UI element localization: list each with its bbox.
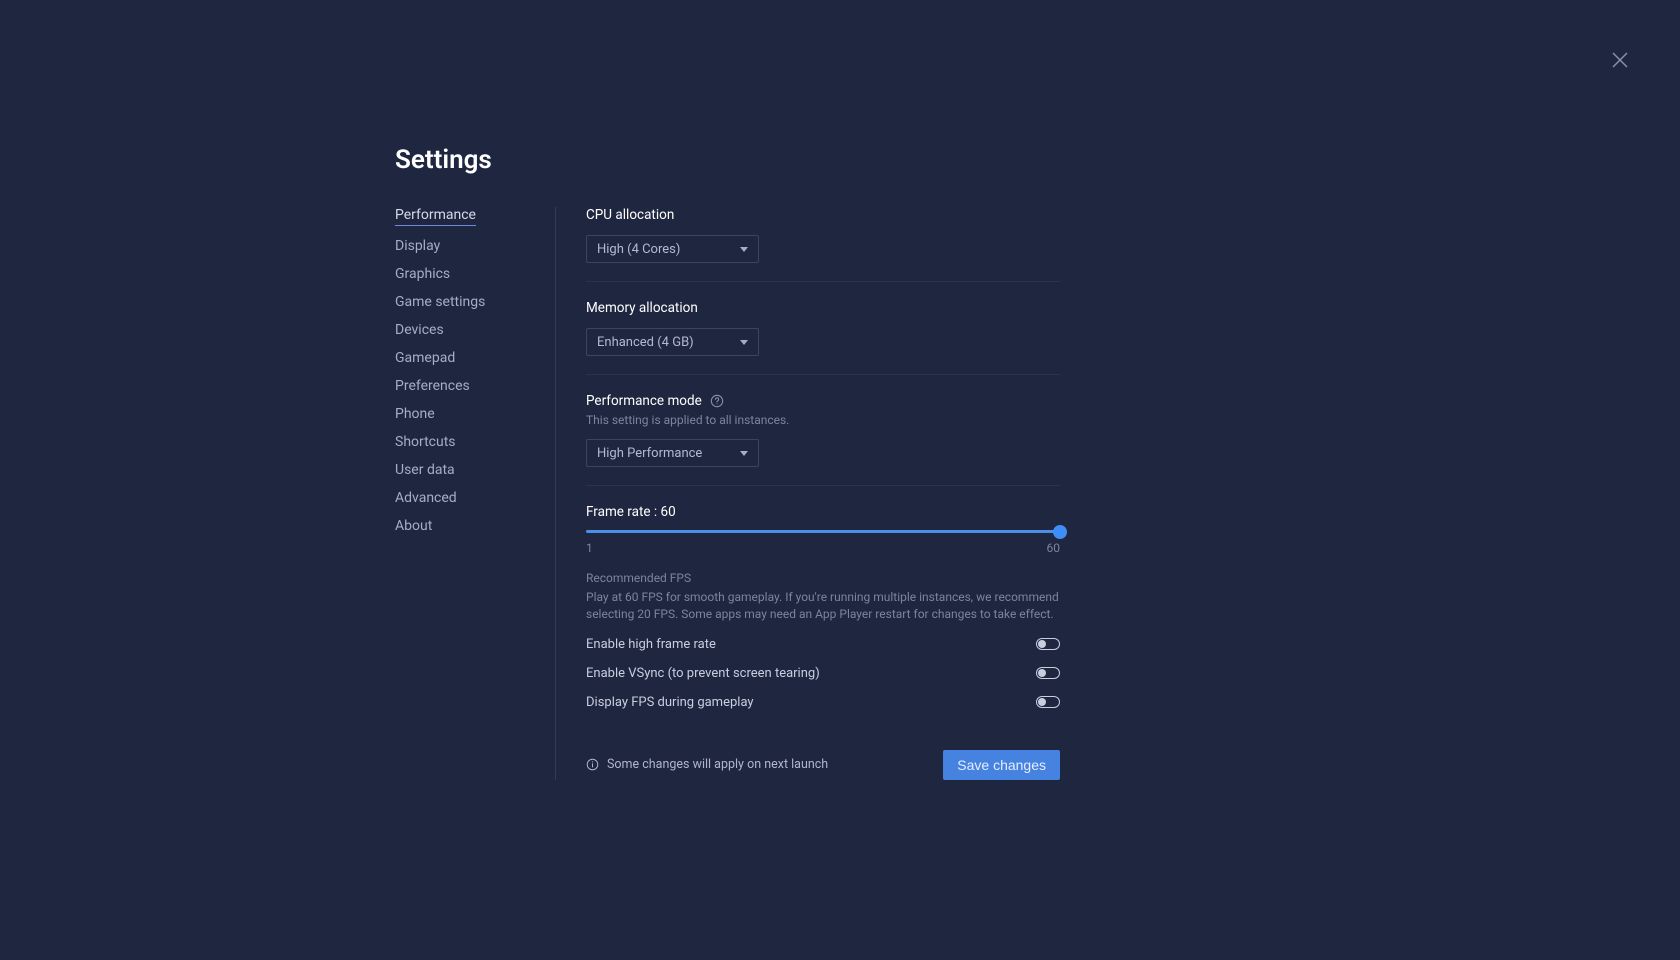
frame-rate-label: Frame rate : 60	[586, 504, 1060, 520]
slider-thumb[interactable]	[1053, 525, 1067, 539]
enable-vsync-toggle[interactable]	[1036, 667, 1060, 679]
recommended-fps-body: Play at 60 FPS for smooth gameplay. If y…	[586, 589, 1060, 623]
caret-down-icon	[740, 451, 748, 456]
sidebar-item-advanced[interactable]: Advanced	[395, 490, 457, 506]
cpu-allocation-value: High (4 Cores)	[597, 242, 680, 257]
performance-mode-label: Performance mode	[586, 393, 702, 409]
sidebar-item-graphics[interactable]: Graphics	[395, 266, 450, 282]
caret-down-icon	[740, 340, 748, 345]
sidebar-item-shortcuts[interactable]: Shortcuts	[395, 434, 456, 450]
sidebar-item-user-data[interactable]: User data	[395, 462, 455, 478]
enable-vsync-label: Enable VSync (to prevent screen tearing)	[586, 666, 820, 681]
page-title: Settings	[395, 145, 1060, 175]
memory-allocation-value: Enhanced (4 GB)	[597, 335, 694, 350]
sidebar-item-performance[interactable]: Performance	[395, 207, 476, 226]
close-icon[interactable]	[1608, 48, 1632, 72]
memory-allocation-label: Memory allocation	[586, 300, 1060, 316]
sidebar-item-devices[interactable]: Devices	[395, 322, 444, 338]
performance-mode-subtext: This setting is applied to all instances…	[586, 413, 1060, 427]
sidebar-item-display[interactable]: Display	[395, 238, 440, 254]
sidebar-item-preferences[interactable]: Preferences	[395, 378, 470, 394]
display-fps-toggle[interactable]	[1036, 696, 1060, 708]
sidebar-item-game-settings[interactable]: Game settings	[395, 294, 485, 310]
recommended-fps-title: Recommended FPS	[586, 571, 1060, 585]
caret-down-icon	[740, 247, 748, 252]
performance-mode-value: High Performance	[597, 446, 702, 461]
content-panel: CPU allocation High (4 Cores) Memory all…	[555, 207, 1060, 780]
sidebar: Performance Display Graphics Game settin…	[395, 207, 555, 534]
memory-allocation-select[interactable]: Enhanced (4 GB)	[586, 328, 759, 356]
performance-mode-select[interactable]: High Performance	[586, 439, 759, 467]
footer-note: Some changes will apply on next launch	[607, 757, 828, 772]
enable-high-frame-rate-label: Enable high frame rate	[586, 637, 716, 652]
sidebar-item-phone[interactable]: Phone	[395, 406, 435, 422]
sidebar-item-about[interactable]: About	[395, 518, 432, 534]
save-changes-button[interactable]: Save changes	[943, 750, 1060, 780]
enable-high-frame-rate-toggle[interactable]	[1036, 638, 1060, 650]
cpu-allocation-select[interactable]: High (4 Cores)	[586, 235, 759, 263]
info-icon	[586, 758, 599, 771]
cpu-allocation-label: CPU allocation	[586, 207, 1060, 223]
frame-rate-min: 1	[586, 541, 593, 555]
frame-rate-slider[interactable]	[586, 530, 1060, 533]
frame-rate-max: 60	[1047, 541, 1061, 555]
display-fps-label: Display FPS during gameplay	[586, 695, 754, 710]
help-icon[interactable]	[710, 394, 724, 408]
sidebar-item-gamepad[interactable]: Gamepad	[395, 350, 455, 366]
